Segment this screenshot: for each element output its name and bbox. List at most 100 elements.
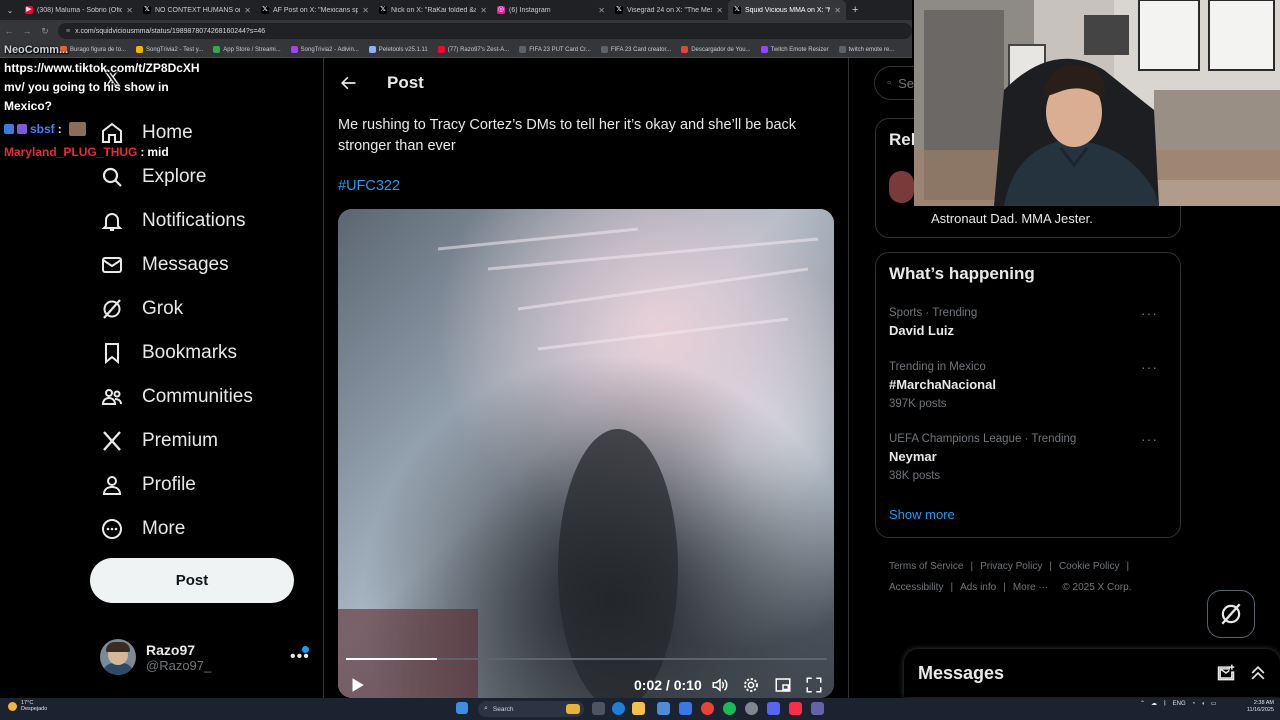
forward-nav-icon[interactable]: →: [22, 26, 32, 36]
reload-icon[interactable]: ↻: [40, 26, 50, 37]
taskbar-clock[interactable]: 2:38 AM 11/16/2025: [1236, 700, 1274, 714]
chat-separator: :: [140, 145, 145, 159]
bookmark-item[interactable]: App Store / Streami...: [213, 46, 281, 53]
taskbar-search[interactable]: ⌕ Search: [478, 701, 584, 717]
spotify-icon[interactable]: [723, 702, 736, 715]
trend-item[interactable]: Sports · Trending David Luiz ···: [889, 305, 1169, 341]
sidebar-item-bookmarks[interactable]: Bookmarks: [100, 338, 237, 368]
obs-icon[interactable]: [745, 702, 758, 715]
sidebar-item-grok[interactable]: Grok: [100, 294, 183, 324]
column-divider: [848, 58, 849, 698]
bookmark-item[interactable]: SongTrivia2 - Adivin...: [290, 46, 359, 53]
tab-title: NO CONTEXT HUMANS on X:: [155, 6, 240, 14]
bookmark-item[interactable]: Peletools v25.1.11: [368, 46, 428, 53]
fullscreen-icon[interactable]: [805, 676, 823, 694]
speaker-icon[interactable]: ◖: [1201, 701, 1205, 707]
mail-icon[interactable]: [679, 702, 692, 715]
tab-favicon-icon: 𝕏: [143, 6, 151, 14]
trend-more-icon[interactable]: ···: [1141, 359, 1158, 375]
wifi-icon[interactable]: ◔: [1192, 701, 1196, 707]
footer-link[interactable]: Ads info: [960, 582, 996, 593]
edge-icon[interactable]: [612, 702, 625, 715]
trend-more-icon[interactable]: ···: [1141, 431, 1158, 447]
sidebar-item-explore[interactable]: Explore: [100, 162, 206, 192]
bookmark-item[interactable]: FIFA 23 PUT Card Cr...: [519, 46, 591, 53]
footer-link[interactable]: Terms of Service: [889, 561, 963, 572]
task-view-icon[interactable]: [592, 702, 605, 715]
expand-up-icon[interactable]: [1248, 663, 1268, 683]
discord-icon[interactable]: [767, 702, 780, 715]
browser-tab[interactable]: ▶ (308) Maluma - Sobrio (Oficial ✕: [20, 0, 138, 20]
bookmark-item[interactable]: Burago figura de to...: [60, 46, 126, 53]
close-tab-icon[interactable]: ✕: [362, 6, 369, 15]
store-icon[interactable]: [657, 702, 670, 715]
windows-start-icon[interactable]: [456, 702, 468, 714]
lang-indicator[interactable]: ENG: [1173, 701, 1186, 707]
account-switcher[interactable]: Razo97 @Razo97_: [100, 638, 312, 676]
browser-tab[interactable]: 𝕏 Nick on X: "RaKai folded &a ✕: [374, 0, 492, 20]
battery-icon[interactable]: ▭: [1211, 700, 1217, 707]
chrome-icon[interactable]: [701, 702, 714, 715]
search-input[interactable]: Se: [874, 66, 914, 100]
video-progress-bar[interactable]: [346, 658, 827, 660]
browser-tab[interactable]: 𝕏 Squid Vicious MMA on X: "Me ✕: [728, 0, 846, 20]
sidebar-item-messages[interactable]: Messages: [100, 250, 229, 280]
footer-link[interactable]: More ···: [1013, 582, 1049, 593]
new-tab-button[interactable]: +: [846, 4, 864, 16]
teams-icon[interactable]: [811, 702, 824, 715]
sidebar-item-notifications[interactable]: Notifications: [100, 206, 246, 236]
sidebar-item-communities[interactable]: Communities: [100, 382, 253, 412]
show-more-link[interactable]: Show more: [889, 507, 955, 522]
browser-tab[interactable]: ◎ (6) Instagram ✕: [492, 0, 610, 20]
hashtag-link[interactable]: #UFC322: [338, 178, 400, 194]
footer-link[interactable]: Accessibility: [889, 582, 943, 593]
footer-link[interactable]: Privacy Policy: [980, 561, 1042, 572]
url-bar[interactable]: ≡ x.com/squidviciousmma/status/198987807…: [58, 23, 912, 39]
close-tab-icon[interactable]: ✕: [480, 6, 487, 15]
new-message-icon[interactable]: [1216, 663, 1236, 683]
volume-icon[interactable]: [711, 676, 729, 694]
post-button[interactable]: Post: [90, 558, 294, 603]
trend-more-icon[interactable]: ···: [1141, 305, 1158, 321]
music-icon[interactable]: [789, 702, 802, 715]
bookmark-item[interactable]: FIFA 23 Card creator...: [600, 46, 671, 53]
bookmark-item[interactable]: (77) Razo97's Zest-A...: [437, 46, 509, 53]
tab-favicon-icon: 𝕏: [615, 6, 623, 14]
grok-button[interactable]: [1207, 590, 1255, 638]
video-player[interactable]: [338, 209, 834, 698]
sidebar-item-premium[interactable]: Premium: [100, 426, 218, 456]
footer-link[interactable]: Cookie Policy: [1059, 561, 1120, 572]
browser-tab[interactable]: 𝕏 Visegrád 24 on X: "The Mexico ✕: [610, 0, 728, 20]
file-explorer-icon[interactable]: [632, 702, 645, 715]
sidebar-item-home[interactable]: Home: [100, 118, 193, 148]
close-tab-icon[interactable]: ✕: [126, 6, 133, 15]
close-tab-icon[interactable]: ✕: [834, 6, 841, 15]
browser-tab[interactable]: 𝕏 NO CONTEXT HUMANS on X: ✕: [138, 0, 256, 20]
settings-gear-icon[interactable]: [742, 676, 760, 694]
browser-tab[interactable]: 𝕏 AF Post on X: "Mexicans spray✕: [256, 0, 374, 20]
trend-item[interactable]: UEFA Champions League · Trending Neymar …: [889, 431, 1169, 485]
tab-search-icon[interactable]: ⌄: [0, 6, 20, 15]
close-tab-icon[interactable]: ✕: [598, 6, 605, 15]
bookmark-item[interactable]: Descargador de You...: [681, 46, 751, 53]
site-info-icon[interactable]: ≡: [66, 28, 70, 35]
sidebar-item-profile[interactable]: Profile: [100, 470, 196, 500]
relevant-avatar[interactable]: [889, 171, 914, 203]
picture-in-picture-icon[interactable]: [774, 676, 792, 694]
bookmark-label: SongTrivia2 - Adivin...: [300, 46, 359, 53]
back-nav-icon[interactable]: ←: [4, 26, 14, 36]
bookmark-item[interactable]: twitch emote re...: [838, 46, 894, 53]
trend-item[interactable]: Trending in Mexico #MarchaNacional 397K …: [889, 359, 1169, 413]
bookmark-item[interactable]: Twitch Emote Resizer: [760, 46, 829, 53]
weather-widget[interactable]: 17°C Despejado: [8, 700, 47, 712]
onedrive-icon[interactable]: ☁: [1151, 700, 1157, 707]
play-icon[interactable]: [348, 676, 366, 694]
close-tab-icon[interactable]: ✕: [716, 6, 723, 15]
messages-drawer[interactable]: Messages: [904, 649, 1280, 697]
sidebar-item-more[interactable]: More: [100, 514, 185, 544]
close-tab-icon[interactable]: ✕: [244, 6, 251, 15]
bookmark-item[interactable]: SongTrivia2 - Test y...: [136, 46, 203, 53]
back-arrow-icon[interactable]: [338, 73, 358, 93]
tray-chevron-icon[interactable]: ⌃: [1140, 700, 1145, 707]
bluetooth-icon[interactable]: ᛒ: [1163, 701, 1167, 707]
